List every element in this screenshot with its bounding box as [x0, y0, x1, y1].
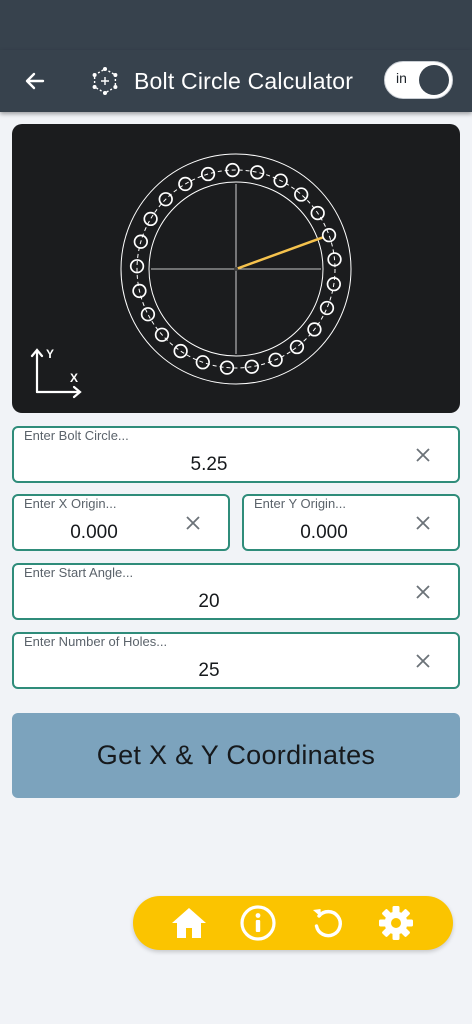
bolt-circle-label: Enter Bolt Circle...	[24, 428, 129, 443]
start-angle-value[interactable]: 20	[14, 589, 404, 615]
x-origin-field[interactable]: Enter X Origin... 0.000	[12, 494, 230, 551]
bolt-hole	[321, 227, 337, 243]
arrow-left-icon	[25, 72, 45, 90]
close-icon	[416, 654, 430, 668]
bolt-circle-value[interactable]: 5.25	[14, 452, 404, 478]
home-button[interactable]	[167, 901, 211, 945]
toggle-knob	[419, 65, 449, 95]
info-button[interactable]	[236, 901, 280, 945]
start-angle-label: Enter Start Angle...	[24, 565, 134, 580]
center-point	[234, 267, 238, 271]
clear-bolt-circle-button[interactable]	[411, 443, 435, 467]
bolt-circle-diagram: Y X	[12, 124, 460, 413]
page-title: Bolt Circle Calculator	[134, 68, 354, 94]
app-bar: Bolt Circle Calculator in	[0, 50, 472, 112]
axis-label-y: Y	[46, 347, 54, 361]
close-icon	[416, 585, 430, 599]
axis-label-x: X	[70, 371, 78, 385]
start-angle-line	[235, 236, 324, 271]
num-holes-value[interactable]: 25	[14, 658, 404, 684]
num-holes-label: Enter Number of Holes...	[24, 634, 168, 649]
clear-x-origin-button[interactable]	[181, 511, 205, 535]
back-button[interactable]	[18, 64, 52, 98]
y-origin-value[interactable]: 0.000	[244, 520, 404, 546]
reset-button[interactable]	[305, 901, 349, 945]
close-icon	[416, 448, 430, 462]
x-origin-label: Enter X Origin...	[24, 496, 117, 511]
bolt-hole	[244, 359, 259, 374]
unit-toggle[interactable]: in	[384, 61, 453, 99]
y-origin-field[interactable]: Enter Y Origin... 0.000	[242, 494, 460, 551]
reset-icon	[313, 909, 342, 938]
bottom-nav	[133, 896, 453, 950]
get-coordinates-label: Get X & Y Coordinates	[96, 740, 376, 770]
y-origin-label: Enter Y Origin...	[254, 496, 347, 511]
toggle-label: in	[396, 70, 407, 86]
diagram-canvas: Y X	[30, 153, 352, 399]
bolt-hole	[140, 307, 156, 322]
home-icon	[172, 908, 206, 938]
gear-icon	[379, 906, 413, 940]
bolt-circle-field[interactable]: Enter Bolt Circle... 5.25	[12, 426, 460, 483]
close-icon	[186, 516, 200, 530]
clear-num-holes-button[interactable]	[411, 649, 435, 673]
bolt-hole	[319, 300, 335, 316]
bolt-hole	[178, 176, 193, 192]
close-icon	[416, 516, 430, 530]
bolt-hole	[250, 165, 265, 180]
start-angle-field[interactable]: Enter Start Angle... 20	[12, 563, 460, 620]
settings-button[interactable]	[374, 901, 418, 945]
info-icon	[240, 905, 276, 941]
clear-start-angle-button[interactable]	[411, 580, 435, 604]
bolt-circle-icon	[92, 67, 118, 95]
x-origin-value[interactable]: 0.000	[14, 520, 174, 546]
num-holes-field[interactable]: Enter Number of Holes... 25	[12, 632, 460, 689]
bolt-hole	[294, 187, 309, 202]
bolt-hole	[289, 339, 305, 355]
get-coordinates-button[interactable]: Get X & Y Coordinates	[12, 713, 460, 798]
clear-y-origin-button[interactable]	[411, 511, 435, 535]
status-bar	[0, 0, 472, 50]
bolt-hole	[143, 211, 158, 227]
